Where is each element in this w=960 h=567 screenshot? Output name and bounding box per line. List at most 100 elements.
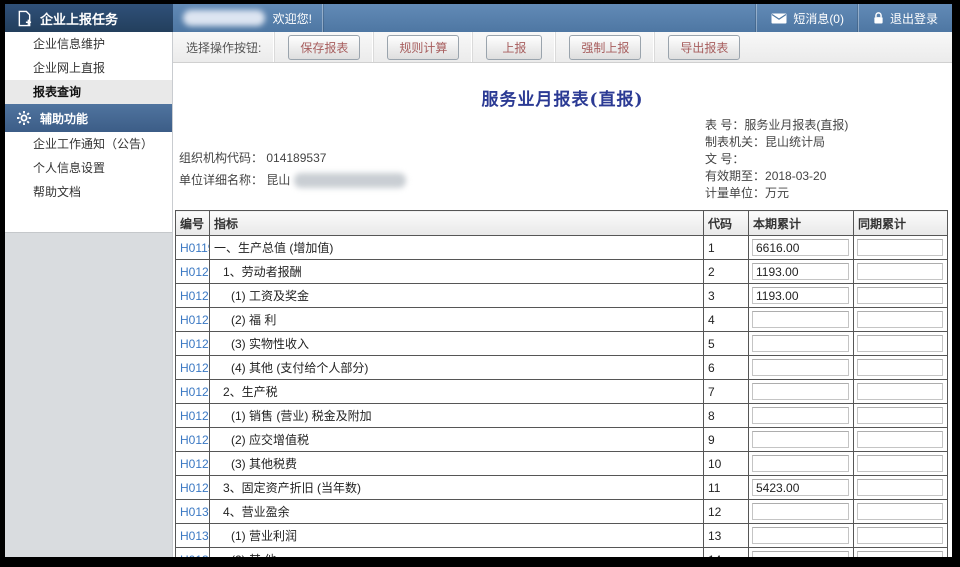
current-period-input[interactable] [752, 527, 849, 544]
toolbar-button[interactable]: 导出报表 [668, 35, 740, 60]
current-period-input[interactable] [752, 479, 849, 496]
current-period-input[interactable] [752, 263, 849, 280]
code-cell: 11 [704, 476, 749, 500]
current-period-input[interactable] [752, 503, 849, 520]
prior-period-cell [854, 332, 948, 356]
report-content: 服务业月报表(直报) 组织机构代码： 014189537 单位详细名称： 昆山 … [173, 63, 952, 557]
current-period-cell [749, 308, 854, 332]
org-code-label: 组织机构代码： [179, 151, 263, 165]
prior-period-input[interactable] [857, 335, 943, 352]
indicator-cell: (2) 福 利 [210, 308, 704, 332]
brand-title: 企业上报任务 [40, 9, 118, 28]
row-code-link[interactable]: H0128 [176, 452, 210, 476]
prior-period-input[interactable] [857, 263, 943, 280]
prior-period-input[interactable] [857, 527, 943, 544]
header-indicator: 指标 [210, 211, 704, 236]
sidebar-item[interactable]: 企业工作通知（公告） [5, 132, 172, 156]
sidebar-item[interactable]: 企业信息维护 [5, 32, 172, 56]
current-period-cell [749, 260, 854, 284]
row-code-link[interactable]: H0119 [176, 236, 210, 260]
current-period-cell [749, 476, 854, 500]
indicator-cell: (2) 其 他 [210, 548, 704, 558]
prior-period-input[interactable] [857, 479, 943, 496]
sidebar: 企业信息维护企业网上直报报表查询 辅助功能 企业工作通知（公告）个人信息设置帮助… [5, 32, 173, 557]
prior-period-input[interactable] [857, 383, 943, 400]
prior-period-input[interactable] [857, 359, 943, 376]
current-period-input[interactable] [752, 359, 849, 376]
current-period-input[interactable] [752, 335, 849, 352]
current-period-input[interactable] [752, 383, 849, 400]
logout-button[interactable]: 退出登录 [858, 4, 952, 32]
row-code-link[interactable]: H0131 [176, 524, 210, 548]
org-code-line: 组织机构代码： 014189537 [179, 147, 406, 169]
code-cell: 6 [704, 356, 749, 380]
row-code-link[interactable]: H0121 [176, 284, 210, 308]
table-row: H0127(2) 应交增值税9 [176, 428, 948, 452]
sidebar-group-header-tasks[interactable]: 企业上报任务 [5, 4, 173, 32]
prior-period-input[interactable] [857, 239, 943, 256]
indicator-cell: (4) 其他 (支付给个人部分) [210, 356, 704, 380]
sidebar-item[interactable]: 报表查询 [5, 80, 172, 104]
current-period-cell [749, 284, 854, 308]
row-code-link[interactable]: H0123 [176, 332, 210, 356]
current-period-cell [749, 356, 854, 380]
prior-period-input[interactable] [857, 455, 943, 472]
table-row: H01293、固定资产折旧 (当年数)11 [176, 476, 948, 500]
prior-period-input[interactable] [857, 503, 943, 520]
toolbar-button[interactable]: 强制上报 [569, 35, 641, 60]
topbar-spacer [323, 4, 756, 32]
toolbar-button-cell: 强制上报 [555, 32, 654, 62]
prior-period-cell [854, 476, 948, 500]
table-row: H01252、生产税7 [176, 380, 948, 404]
row-code-link[interactable]: H0127 [176, 428, 210, 452]
sidebar-group-header-aux[interactable]: 辅助功能 [5, 104, 172, 132]
row-code-link[interactable]: H0125 [176, 380, 210, 404]
toolbar-button[interactable]: 规则计算 [387, 35, 459, 60]
prior-period-input[interactable] [857, 287, 943, 304]
meta-value: 服务业月报表(直报) [744, 118, 848, 132]
prior-period-cell [854, 404, 948, 428]
sidebar-group-aux-title: 辅助功能 [40, 110, 88, 127]
row-code-link[interactable]: H0120 [176, 260, 210, 284]
row-code-link[interactable]: H0126 [176, 404, 210, 428]
current-period-input[interactable] [752, 551, 849, 557]
toolbar-button[interactable]: 上报 [486, 35, 542, 60]
row-code-link[interactable]: H0122 [176, 308, 210, 332]
current-period-input[interactable] [752, 455, 849, 472]
row-code-link[interactable]: H0132 [176, 548, 210, 558]
messages-button[interactable]: 短消息(0) [756, 4, 858, 32]
indicator-cell: 3、固定资产折旧 (当年数) [210, 476, 704, 500]
prior-period-cell [854, 284, 948, 308]
current-period-input[interactable] [752, 407, 849, 424]
report-meta-line: 文 号： [705, 151, 848, 168]
prior-period-input[interactable] [857, 551, 943, 557]
current-period-cell [749, 404, 854, 428]
prior-period-input[interactable] [857, 407, 943, 424]
lock-icon [873, 11, 884, 25]
sidebar-item[interactable]: 帮助文档 [5, 180, 172, 204]
welcome-text: 欢迎您! [273, 10, 312, 27]
user-info: 欢迎您! [173, 4, 323, 32]
current-period-input[interactable] [752, 431, 849, 448]
current-period-input[interactable] [752, 287, 849, 304]
current-period-input[interactable] [752, 311, 849, 328]
prior-period-input[interactable] [857, 431, 943, 448]
row-code-link[interactable]: H0130 [176, 500, 210, 524]
messages-label: 短消息(0) [793, 10, 844, 27]
report-title: 服务业月报表(直报) [173, 85, 952, 110]
prior-period-input[interactable] [857, 311, 943, 328]
toolbar-button[interactable]: 保存报表 [288, 35, 360, 60]
unit-name-line: 单位详细名称： 昆山 [179, 169, 406, 191]
header-no: 编号 [176, 211, 210, 236]
sidebar-filler [5, 232, 172, 557]
meta-label: 文 号： [705, 152, 744, 166]
report-meta-line: 表 号：服务业月报表(直报) [705, 117, 848, 134]
indicator-cell: 一、生产总值 (增加值) [210, 236, 704, 260]
envelope-icon [771, 13, 787, 24]
sidebar-item[interactable]: 企业网上直报 [5, 56, 172, 80]
current-period-input[interactable] [752, 239, 849, 256]
indicator-cell: (1) 销售 (营业) 税金及附加 [210, 404, 704, 428]
row-code-link[interactable]: H0129 [176, 476, 210, 500]
sidebar-item[interactable]: 个人信息设置 [5, 156, 172, 180]
row-code-link[interactable]: H0124 [176, 356, 210, 380]
